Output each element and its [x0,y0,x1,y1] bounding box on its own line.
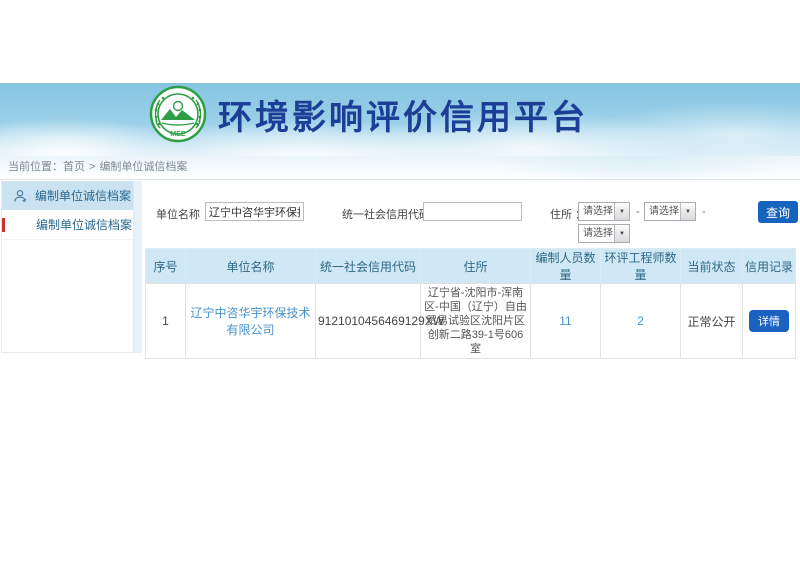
col-header-status: 当前状态 [681,249,743,284]
address-province-select[interactable]: 请选择 ▼ [578,202,630,221]
sidebar-divider-strip [134,181,142,353]
chevron-down-icon: ▼ [614,203,629,220]
content-area: 编制单位诚信档案 编制单位诚信档案 单位名称 ： 统一社会信用代码 ： 住所 ：… [0,181,800,565]
credit-code-cell: 9121010456469129XW [316,284,421,359]
credit-code-input[interactable] [423,202,522,221]
search-form: 单位名称 ： 统一社会信用代码 ： 住所 ： 请选择 ▼ - 请选择 ▼ - 请… [142,181,800,247]
row-index-cell: 1 [146,284,186,359]
page-title: 环境影响评价信用平台 [218,90,588,139]
table-header-row: 序号 单位名称 统一社会信用代码 住所 编制人员数量 环评工程师数量 当前状态 … [146,249,796,284]
col-header-credit-record: 信用记录 [743,249,796,284]
unit-name-input[interactable] [205,202,304,221]
sidebar-item-unit-credit-archive[interactable]: 编制单位诚信档案 [2,210,133,240]
address-cell: 辽宁省-沈阳市-浑南区-中国（辽宁）自由贸易试验区沈阳片区创新二路39-1号60… [421,284,531,359]
chevron-down-icon: ▼ [680,203,695,220]
sidebar-item-label: 编制单位诚信档案 [36,218,132,232]
sidebar: 编制单位诚信档案 编制单位诚信档案 [1,181,134,353]
select-separator: - [636,206,640,218]
brand: MEE 环境影响评价信用平台 [148,84,588,144]
city-select-value: 请选择 [645,203,680,220]
main-panel: 单位名称 ： 统一社会信用代码 ： 住所 ： 请选择 ▼ - 请选择 ▼ - 请… [142,181,800,565]
col-header-engineer-count: 环评工程师数量 [601,249,681,284]
breadcrumb-separator: > [89,161,95,173]
status-cell: 正常公开 [681,284,743,359]
breadcrumb-prefix: 当前位置： [8,161,63,173]
select-separator: - [702,206,706,218]
user-icon [13,189,27,203]
svg-text:MEE: MEE [170,131,186,138]
col-header-address: 住所 [421,249,531,284]
breadcrumb-home-link[interactable]: 首页 [63,161,85,173]
mee-logo-icon: MEE [148,84,208,144]
chevron-down-icon: ▼ [614,225,629,242]
sidebar-header-unit-credit-archive[interactable]: 编制单位诚信档案 [2,181,133,210]
district-select-value: 请选择 [579,225,614,242]
unit-name-link[interactable]: 辽宁中咨华宇环保技术有限公司 [190,306,310,337]
active-item-marker [2,218,5,232]
col-header-unit-name: 单位名称 [186,249,316,284]
address-district-select[interactable]: 请选择 ▼ [578,224,630,243]
engineer-count-link[interactable]: 2 [637,314,644,328]
results-table: 序号 单位名称 统一社会信用代码 住所 编制人员数量 环评工程师数量 当前状态 … [145,248,796,359]
breadcrumb-current: 编制单位诚信档案 [99,161,187,173]
col-header-credit-code: 统一社会信用代码 [316,249,421,284]
staff-count-link[interactable]: 11 [559,314,571,328]
col-header-staff-count: 编制人员数量 [531,249,601,284]
province-select-value: 请选择 [579,203,614,220]
header-banner: MEE 环境影响评价信用平台 [0,83,800,156]
table-row: 1 辽宁中咨华宇环保技术有限公司 9121010456469129XW 辽宁省-… [146,284,796,359]
detail-button[interactable]: 详情 [749,310,789,332]
sidebar-header-label: 编制单位诚信档案 [35,187,131,204]
search-button[interactable]: 查询 [758,201,798,223]
results-table-wrap: 序号 单位名称 统一社会信用代码 住所 编制人员数量 环评工程师数量 当前状态 … [145,248,795,359]
breadcrumb: 当前位置：首页 > 编制单位诚信档案 [8,156,187,180]
col-header-index: 序号 [146,249,186,284]
address-city-select[interactable]: 请选择 ▼ [644,202,696,221]
